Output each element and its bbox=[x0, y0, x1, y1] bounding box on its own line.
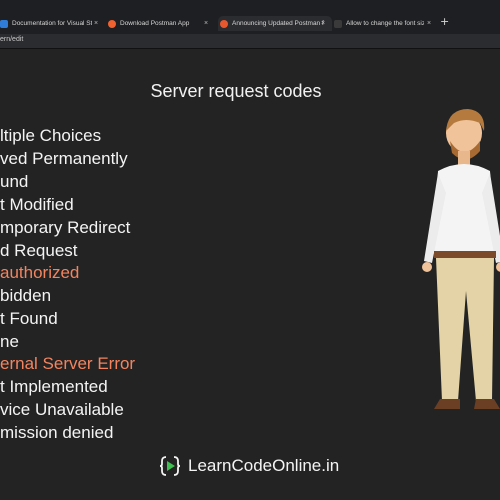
vscode-favicon-icon bbox=[0, 19, 8, 28]
status-code-item: t Modified bbox=[0, 195, 74, 214]
slide-title: Server request codes bbox=[150, 81, 322, 101]
tab-title: Download Postman App bbox=[120, 20, 190, 27]
tab-title: Allow to change the font size and bbox=[346, 20, 424, 27]
new-tab-button[interactable]: + bbox=[440, 15, 449, 28]
status-code-item: mission denied bbox=[0, 423, 114, 442]
tab-vscode-docs[interactable]: Documentation for Visual Studio × bbox=[0, 16, 104, 31]
tab-font-size-issue[interactable]: Allow to change the font size and × bbox=[334, 16, 434, 31]
brand-name: LearnCodeOnline.in bbox=[188, 456, 340, 475]
tab-close-icon[interactable]: × bbox=[204, 20, 208, 27]
tab-close-icon[interactable]: × bbox=[427, 20, 431, 27]
url-text[interactable]: ern/edit bbox=[0, 36, 23, 43]
status-code-item: mporary Redirect bbox=[0, 218, 131, 237]
status-code-item: d Request bbox=[0, 241, 78, 260]
status-code-item: und bbox=[0, 172, 29, 191]
status-code-item: t Found bbox=[0, 309, 58, 328]
curly-braces-play-icon bbox=[160, 456, 180, 476]
tab-title: Announcing Updated Postman F bbox=[232, 20, 324, 27]
tab-title: Documentation for Visual Studio bbox=[12, 20, 92, 27]
brand-footer: LearnCodeOnline.in bbox=[160, 455, 339, 477]
video-slide: Server request codes ltiple Choices ved … bbox=[0, 49, 500, 500]
status-code-item: ne bbox=[0, 332, 19, 351]
status-code-item: ltiple Choices bbox=[0, 126, 102, 145]
postman-favicon-icon bbox=[220, 19, 228, 28]
github-favicon-icon bbox=[334, 19, 342, 28]
status-code-item-highlighted: ernal Server Error bbox=[0, 354, 136, 373]
status-code-item: vice Unavailable bbox=[0, 400, 124, 419]
address-bar[interactable]: ern/edit bbox=[0, 34, 500, 49]
tab-close-icon[interactable]: × bbox=[321, 20, 325, 27]
browser-tab-strip: Documentation for Visual Studio × Downlo… bbox=[0, 0, 500, 34]
status-code-item-highlighted: authorized bbox=[0, 263, 80, 282]
status-code-item: ved Permanently bbox=[0, 149, 128, 168]
postman-favicon-icon bbox=[108, 19, 116, 28]
tab-download-postman[interactable]: Download Postman App × bbox=[108, 16, 212, 31]
status-code-item: bidden bbox=[0, 286, 52, 305]
tab-announcing-postman[interactable]: Announcing Updated Postman F × bbox=[218, 16, 332, 31]
tab-close-icon[interactable]: × bbox=[94, 20, 98, 27]
status-code-item: t Implemented bbox=[0, 377, 108, 396]
instructor-illustration bbox=[422, 109, 500, 409]
